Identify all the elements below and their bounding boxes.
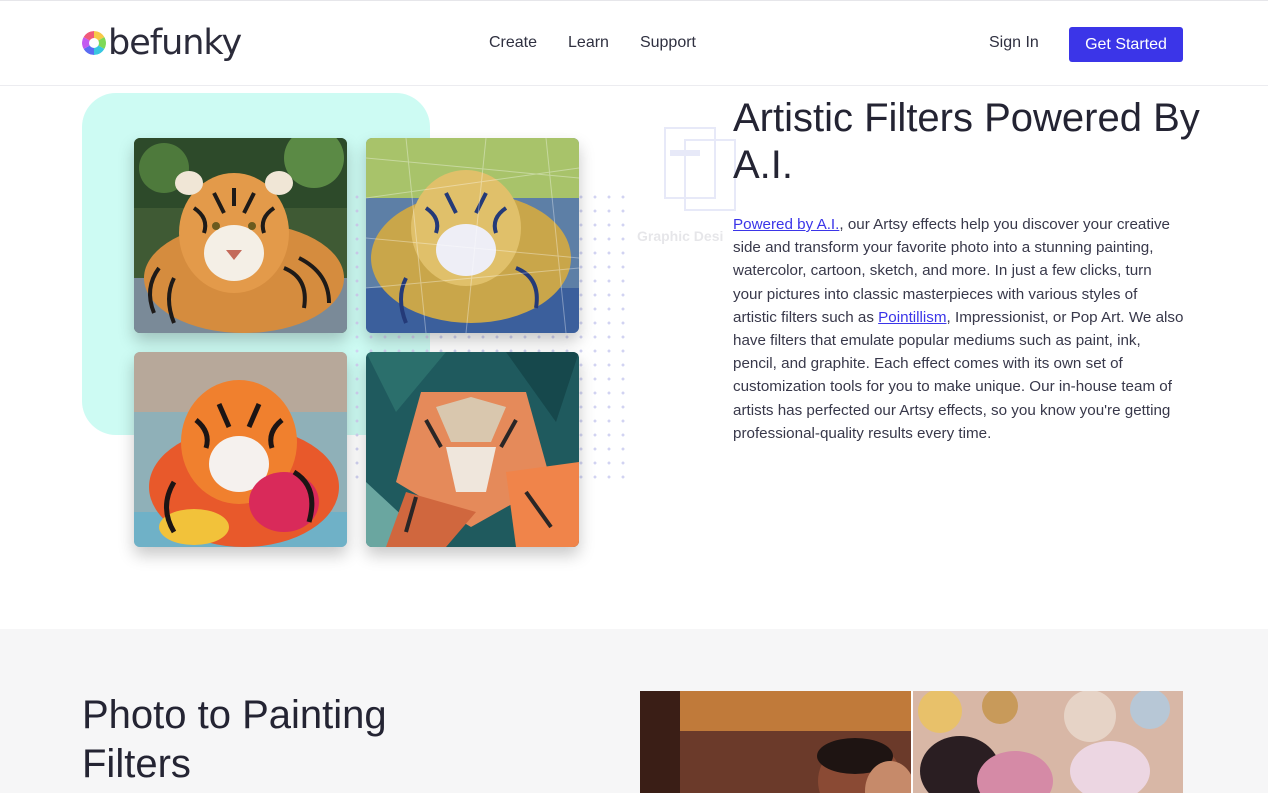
hero-description-text-2: , Impressionist, or Pop Art. We also hav… (733, 308, 1184, 442)
couple-photo-painting-icon (640, 691, 1183, 793)
logo-text: befunky (108, 22, 242, 63)
tiger-photo-icon (134, 138, 347, 333)
tiger-lowpoly-image (366, 352, 579, 547)
sign-in-link[interactable]: Sign In (989, 34, 1039, 52)
hero-title: Artistic Filters Powered By A.I. (733, 96, 1200, 187)
faded-card-title: Graphic Desi (637, 228, 724, 244)
nav-learn[interactable]: Learn (568, 34, 609, 52)
befunky-logo[interactable]: befunky (82, 21, 242, 65)
logo-color-wheel-icon (82, 31, 106, 55)
tiger-painting-image (134, 352, 347, 547)
tiger-mosaic-image (366, 138, 579, 333)
main-nav: Create Learn Support (489, 34, 696, 52)
powered-by-ai-link[interactable]: Powered by A.I. (733, 216, 839, 233)
tiger-painting-filter-icon (134, 352, 347, 547)
site-header: befunky Create Learn Support Sign In Get… (0, 0, 1268, 86)
tiger-mosaic-filter-icon (366, 138, 579, 333)
nav-support[interactable]: Support (640, 34, 696, 52)
tiger-original-image (134, 138, 347, 333)
hero-description: Powered by A.I., our Artsy effects help … (733, 213, 1185, 445)
tiger-lowpoly-filter-icon (366, 352, 579, 547)
get-started-button[interactable]: Get Started (1069, 27, 1183, 62)
pointillism-link[interactable]: Pointillism (878, 309, 946, 326)
nav-create[interactable]: Create (489, 34, 537, 52)
section-title: Photo to Painting Filters (82, 693, 387, 786)
before-after-comparison-image (640, 691, 1183, 793)
